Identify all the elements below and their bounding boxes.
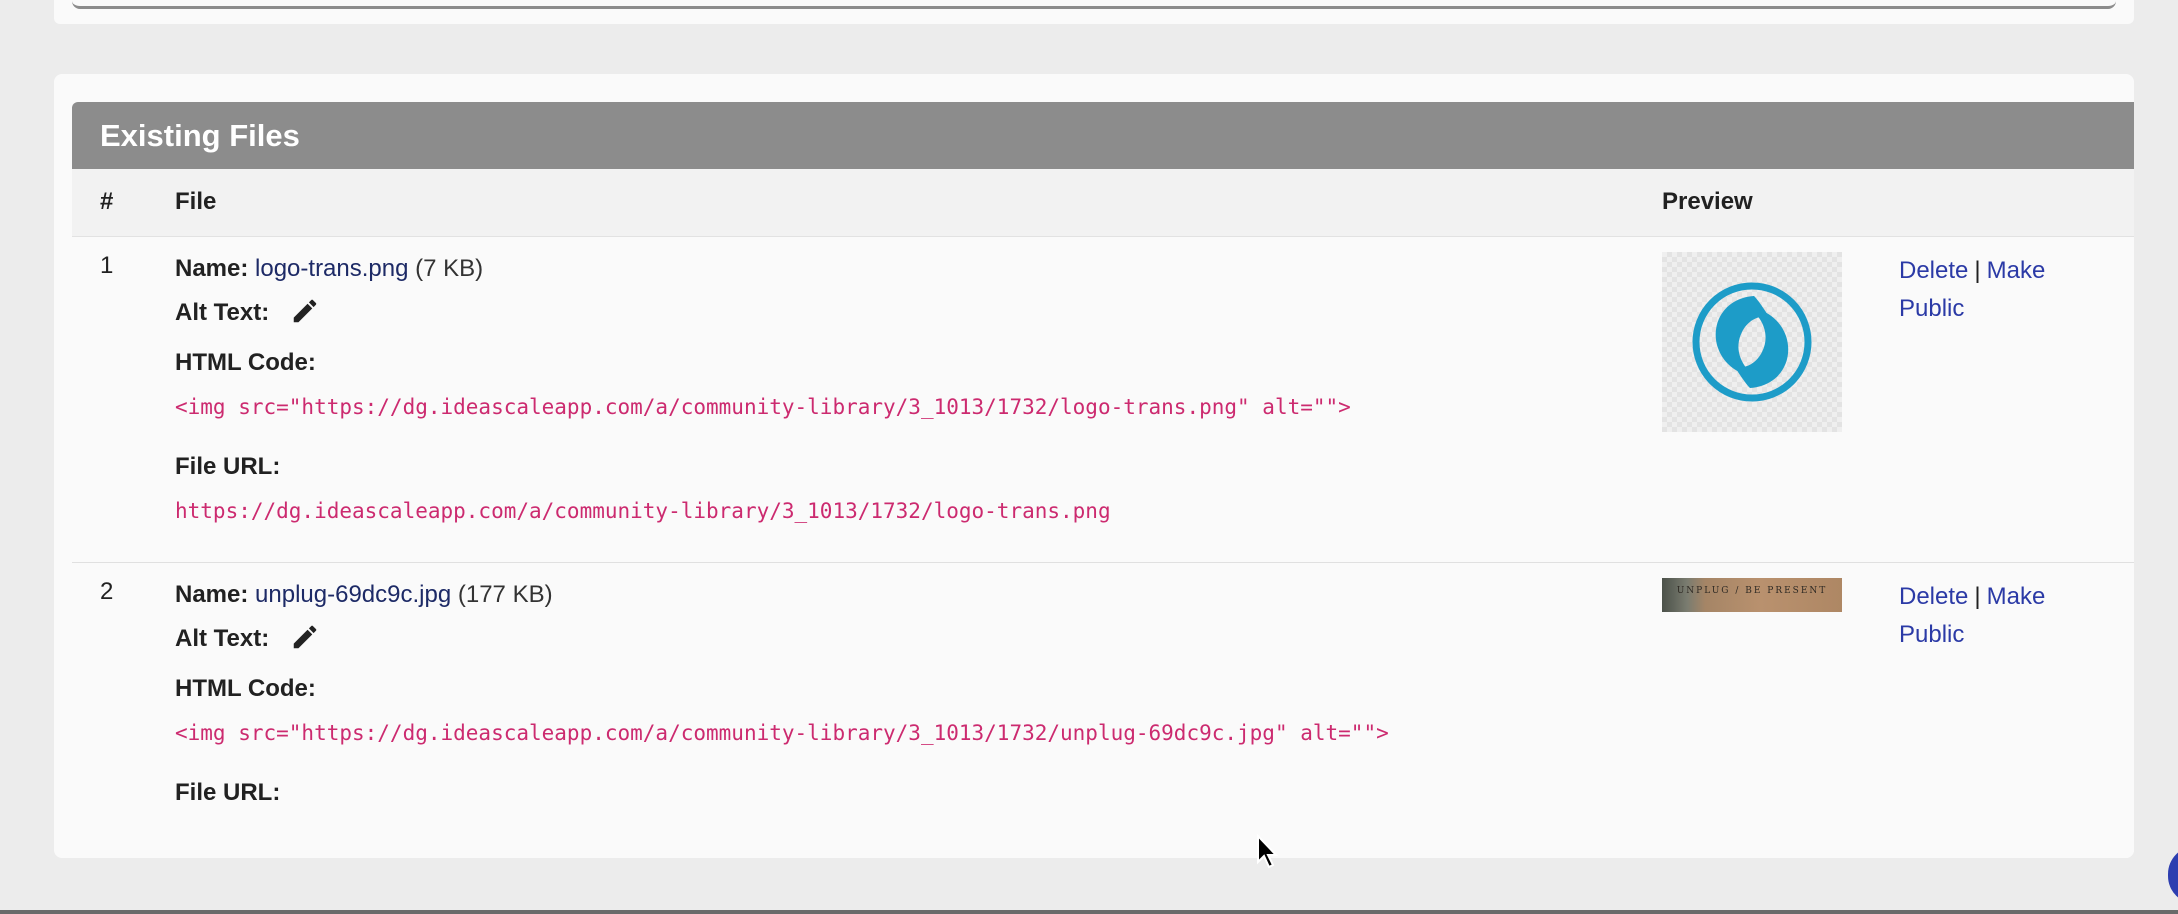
delete-link[interactable]: Delete — [1899, 257, 1968, 284]
row-index: 1 — [100, 252, 114, 279]
name-label: Name: — [175, 255, 249, 282]
row-actions: Delete | Make Public — [1899, 252, 2089, 328]
file-details: Name: unplug-69dc9c.jpg (177 KB) Alt Tex… — [175, 578, 1675, 820]
table-header: # File Preview — [72, 169, 2134, 237]
file-url-label: File URL: — [175, 453, 281, 480]
alt-text-label: Alt Text: — [175, 625, 270, 652]
alt-text-line: Alt Text: — [175, 296, 1675, 340]
name-label: Name: — [175, 581, 249, 608]
bottom-edge — [0, 910, 2178, 914]
edit-pencil-icon[interactable] — [290, 622, 320, 652]
panel-title: Existing Files — [100, 117, 300, 153]
preview-thumbnail[interactable]: UNPLUG / BE PRESENT — [1662, 578, 1842, 612]
html-code-label-line: HTML Code: — [175, 672, 1675, 716]
previous-card-footer — [72, 0, 2116, 9]
file-size: (177 KB) — [457, 581, 553, 608]
row-actions: Delete | Make Public — [1899, 578, 2089, 654]
html-code-label: HTML Code: — [175, 349, 316, 376]
html-code-value[interactable]: <img src="https://dg.ideascaleapp.com/a/… — [175, 390, 1675, 434]
preview-thumbnail[interactable] — [1662, 252, 1842, 432]
file-details: Name: logo-trans.png (7 KB) Alt Text: HT… — [175, 252, 1675, 538]
column-header-file: File — [175, 188, 217, 215]
file-url-label-line: File URL: — [175, 776, 1675, 820]
file-name-line: Name: unplug-69dc9c.jpg (177 KB) — [175, 578, 1675, 622]
file-url-value[interactable]: https://dg.ideascaleapp.com/a/community-… — [175, 494, 1675, 538]
column-header-preview: Preview — [1662, 188, 1753, 215]
action-separator: | — [1974, 583, 1981, 610]
file-name-line: Name: logo-trans.png (7 KB) — [175, 252, 1675, 296]
delete-link[interactable]: Delete — [1899, 583, 1968, 610]
row-index: 2 — [100, 578, 114, 605]
mouse-pointer-icon — [1257, 834, 1279, 869]
existing-files-panel: Existing Files # File Preview 1 Name: lo… — [72, 102, 2134, 858]
file-url-label: File URL: — [175, 779, 281, 806]
alt-text-label: Alt Text: — [175, 299, 270, 326]
previous-card — [54, 0, 2134, 24]
table-row: 2 Name: unplug-69dc9c.jpg (177 KB) Alt T… — [72, 563, 2134, 858]
file-name: logo-trans.png — [255, 255, 409, 282]
html-code-label-line: HTML Code: — [175, 346, 1675, 390]
file-name: unplug-69dc9c.jpg — [255, 581, 452, 608]
file-size: (7 KB) — [415, 255, 484, 282]
panel-header: Existing Files — [72, 102, 2134, 169]
table-row: 1 Name: logo-trans.png (7 KB) Alt Text: … — [72, 237, 2134, 563]
swirl-logo-icon — [1692, 282, 1812, 402]
preview-caption: UNPLUG / BE PRESENT — [1676, 586, 1828, 596]
alt-text-line: Alt Text: — [175, 622, 1675, 666]
edit-pencil-icon[interactable] — [290, 296, 320, 326]
action-separator: | — [1974, 257, 1981, 284]
html-code-value[interactable]: <img src="https://dg.ideascaleapp.com/a/… — [175, 716, 1675, 760]
existing-files-card: Existing Files # File Preview 1 Name: lo… — [54, 74, 2134, 858]
chat-widget-button[interactable] — [2168, 846, 2178, 904]
column-header-index: # — [100, 188, 114, 215]
file-url-label-line: File URL: — [175, 450, 1675, 494]
html-code-label: HTML Code: — [175, 675, 316, 702]
